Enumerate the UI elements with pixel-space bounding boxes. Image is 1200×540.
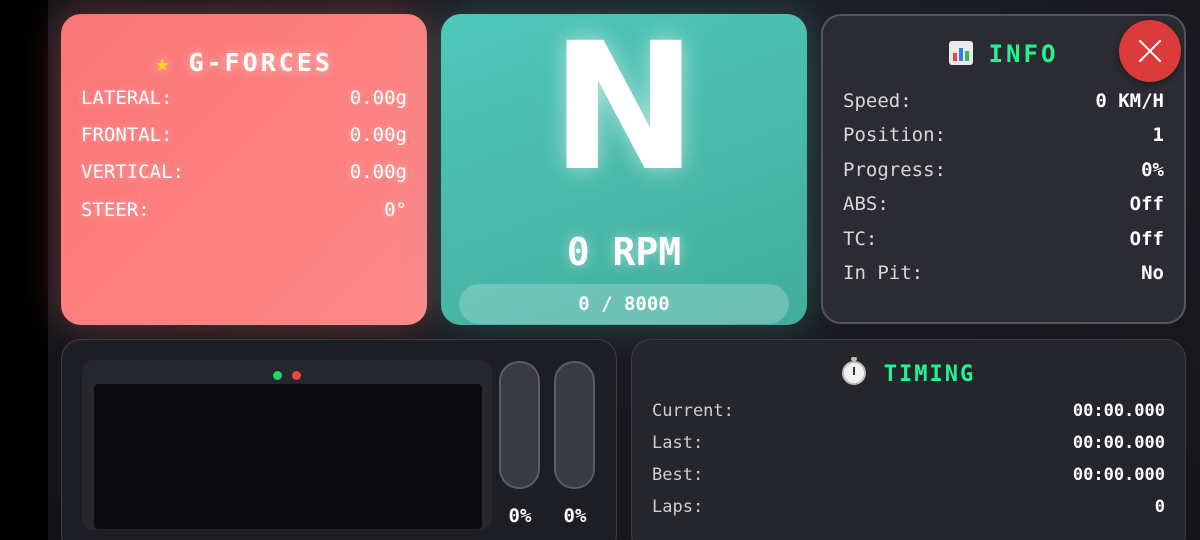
track-display xyxy=(82,360,492,530)
timing-panel: TIMING Current: 00:00.000 Last: 00:00.00… xyxy=(631,339,1186,540)
throttle-bar xyxy=(499,361,540,489)
gforces-value: 0.00g xyxy=(349,161,407,183)
info-value: 0 KM/H xyxy=(1095,90,1164,112)
info-label: In Pit: xyxy=(843,262,924,284)
timing-value: 00:00.000 xyxy=(1072,433,1165,453)
gforces-title: ★ G-FORCES xyxy=(61,48,427,77)
info-row-tc: TC: Off xyxy=(843,228,1164,252)
info-row-speed: Speed: 0 KM/H xyxy=(843,90,1164,114)
timing-value: 00:00.000 xyxy=(1072,401,1165,421)
track-map-screen xyxy=(94,384,482,529)
info-value: No xyxy=(1141,262,1164,284)
status-dot-green xyxy=(273,371,282,380)
timing-row-current: Current: 00:00.000 xyxy=(652,401,1165,423)
gforces-label: LATERAL: xyxy=(81,87,173,109)
info-value: 1 xyxy=(1152,124,1164,146)
info-row-position: Position: 1 xyxy=(843,124,1164,148)
info-label: ABS: xyxy=(843,193,889,215)
timing-title-text: TIMING xyxy=(883,362,976,387)
info-label: Speed: xyxy=(843,90,912,112)
rpm-range: 0 / 8000 xyxy=(578,293,670,315)
timing-row-last: Last: 00:00.000 xyxy=(652,433,1165,455)
timing-label: Current: xyxy=(652,401,734,421)
gforces-value: 0.00g xyxy=(349,124,407,146)
info-row-in-pit: In Pit: No xyxy=(843,262,1164,286)
gforces-value: 0.00g xyxy=(349,87,407,109)
gforces-label: STEER: xyxy=(81,199,150,221)
gear-panel: N 0 RPM 0 / 8000 xyxy=(441,14,807,325)
timing-title: TIMING xyxy=(632,357,1185,387)
gforces-label: FRONTAL: xyxy=(81,124,173,146)
info-label: Position: xyxy=(843,124,946,146)
brake-value: 0% xyxy=(563,505,587,527)
timing-value: 00:00.000 xyxy=(1072,465,1165,485)
gforces-row-frontal: FRONTAL: 0.00g xyxy=(81,124,407,148)
stopwatch-icon xyxy=(841,357,866,385)
info-value: 0% xyxy=(1141,159,1164,181)
info-row-progress: Progress: 0% xyxy=(843,159,1164,183)
timing-label: Laps: xyxy=(652,497,704,517)
rpm-bar: 0 / 8000 xyxy=(459,284,789,324)
info-value: Off xyxy=(1129,228,1164,250)
throttle-value: 0% xyxy=(508,505,532,527)
info-title-text: INFO xyxy=(988,40,1059,68)
gforces-value: 0° xyxy=(384,199,407,221)
timing-value: 0 xyxy=(1154,497,1165,517)
rpm-readout: 0 RPM xyxy=(566,230,682,274)
left-edge-strip xyxy=(0,0,48,540)
close-button[interactable] xyxy=(1119,20,1181,82)
info-value: Off xyxy=(1129,193,1164,215)
gforces-row-lateral: LATERAL: 0.00g xyxy=(81,87,407,111)
info-label: TC: xyxy=(843,228,878,250)
info-row-abs: ABS: Off xyxy=(843,193,1164,217)
gforces-row-vertical: VERTICAL: 0.00g xyxy=(81,161,407,185)
status-dot-red xyxy=(292,371,301,380)
gear-indicator: N xyxy=(550,14,698,210)
gforces-title-text: G-FORCES xyxy=(188,48,333,77)
timing-label: Last: xyxy=(652,433,704,453)
gforces-label: VERTICAL: xyxy=(81,161,184,183)
info-label: Progress: xyxy=(843,159,946,181)
timing-label: Best: xyxy=(652,465,704,485)
timing-row-laps: Laps: 0 xyxy=(652,497,1165,519)
pedals-panel: 0% 0% xyxy=(61,339,617,540)
bar-chart-icon xyxy=(948,41,973,65)
brake-bar xyxy=(554,361,595,489)
star-icon: ★ xyxy=(155,49,173,77)
timing-row-best: Best: 00:00.000 xyxy=(652,465,1165,487)
gforces-row-steer: STEER: 0° xyxy=(81,199,407,223)
gforces-panel: ★ G-FORCES LATERAL: 0.00g FRONTAL: 0.00g … xyxy=(61,14,427,325)
